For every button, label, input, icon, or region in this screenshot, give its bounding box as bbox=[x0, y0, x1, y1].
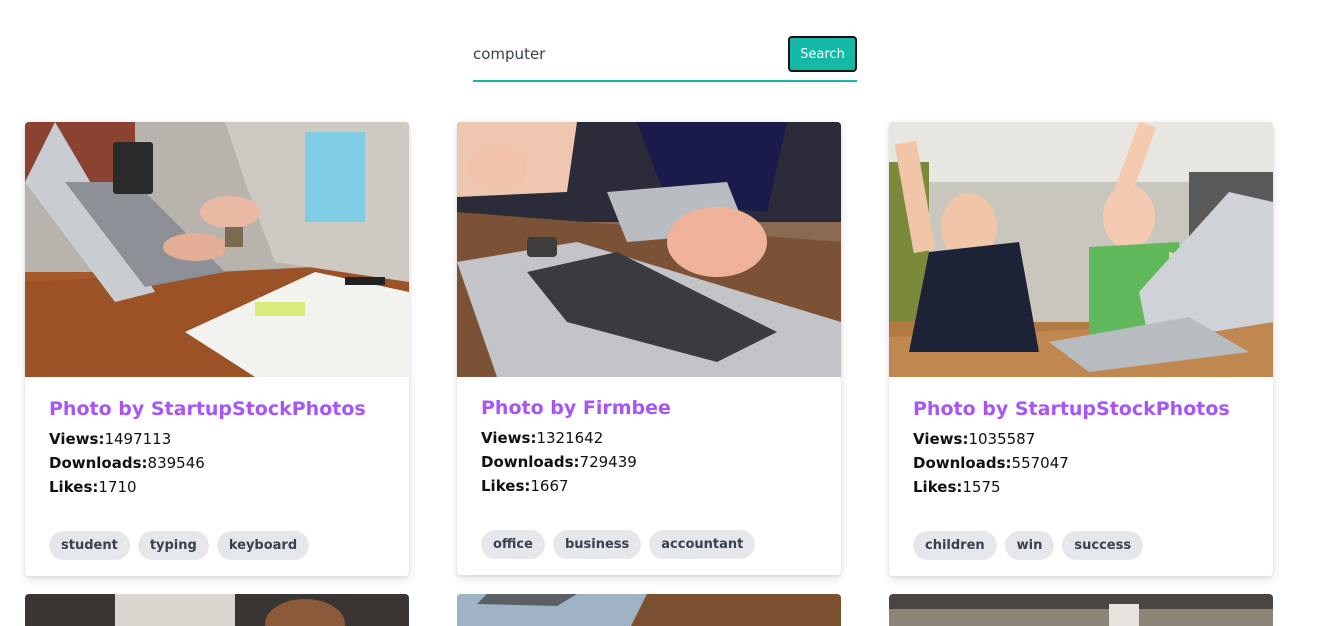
views-label: Views: bbox=[49, 430, 105, 448]
likes-stat: Likes:1710 bbox=[49, 475, 385, 499]
search-input[interactable] bbox=[473, 36, 773, 72]
image-card-partial[interactable] bbox=[889, 594, 1273, 626]
likes-label: Likes: bbox=[481, 477, 531, 495]
tag[interactable]: business bbox=[552, 530, 642, 559]
views-label: Views: bbox=[913, 430, 969, 448]
downloads-stat: Downloads:729439 bbox=[481, 450, 817, 474]
likes-stat: Likes:1667 bbox=[481, 474, 817, 498]
views-label: Views: bbox=[481, 429, 537, 447]
card-title: Photo by Firmbee bbox=[481, 397, 671, 419]
likes-value: 1575 bbox=[962, 478, 1001, 496]
search-form: Search bbox=[473, 36, 857, 82]
likes-label: Likes: bbox=[913, 478, 963, 496]
tag[interactable]: typing bbox=[137, 531, 209, 560]
card-title: Photo by StartupStockPhotos bbox=[913, 398, 1230, 420]
likes-label: Likes: bbox=[49, 478, 99, 496]
likes-value: 1667 bbox=[530, 477, 569, 495]
tag[interactable]: keyboard bbox=[216, 531, 310, 560]
downloads-value: 839546 bbox=[147, 454, 205, 472]
tag-list: office business accountant bbox=[457, 498, 841, 575]
views-stat: Views:1321642 bbox=[481, 426, 817, 450]
downloads-label: Downloads: bbox=[481, 453, 580, 471]
likes-stat: Likes:1575 bbox=[913, 475, 1249, 499]
tag[interactable]: accountant bbox=[649, 530, 756, 559]
search-button[interactable]: Search bbox=[788, 36, 857, 72]
views-stat: Views:1497113 bbox=[49, 427, 385, 451]
views-value: 1497113 bbox=[104, 430, 172, 448]
downloads-label: Downloads: bbox=[913, 454, 1012, 472]
downloads-label: Downloads: bbox=[49, 454, 148, 472]
tag[interactable]: children bbox=[913, 531, 997, 560]
views-value: 1035587 bbox=[968, 430, 1036, 448]
downloads-stat: Downloads:839546 bbox=[49, 451, 385, 475]
image-card-partial[interactable] bbox=[25, 594, 409, 626]
card-photo-phone[interactable] bbox=[457, 122, 841, 377]
image-card: Photo by StartupStockPhotos Views:103558… bbox=[889, 122, 1273, 576]
tag[interactable]: success bbox=[1062, 531, 1144, 560]
tag[interactable]: office bbox=[481, 530, 545, 559]
downloads-value: 729439 bbox=[579, 453, 637, 471]
tag-list: student typing keyboard bbox=[25, 499, 409, 576]
downloads-stat: Downloads:557047 bbox=[913, 451, 1249, 475]
tag-list: children win success bbox=[889, 499, 1273, 576]
likes-value: 1710 bbox=[98, 478, 137, 496]
views-value: 1321642 bbox=[536, 429, 604, 447]
image-card: Photo by Firmbee Views:1321642 Downloads… bbox=[457, 122, 841, 575]
card-title: Photo by StartupStockPhotos bbox=[49, 398, 366, 420]
image-card: Photo by StartupStockPhotos Views:149711… bbox=[25, 122, 409, 576]
card-photo-children[interactable] bbox=[889, 122, 1273, 377]
tag[interactable]: win bbox=[1004, 531, 1055, 560]
views-stat: Views:1035587 bbox=[913, 427, 1249, 451]
tag[interactable]: student bbox=[49, 531, 130, 560]
downloads-value: 557047 bbox=[1011, 454, 1069, 472]
card-photo-typing[interactable] bbox=[25, 122, 409, 377]
image-card-partial[interactable] bbox=[457, 594, 841, 626]
